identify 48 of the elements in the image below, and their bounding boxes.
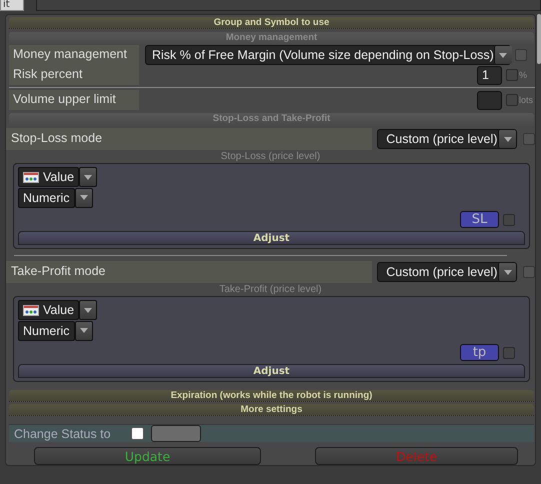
section-header[interactable]: More settings (9, 404, 534, 416)
mode-select[interactable]: Custom (price level) (377, 262, 517, 282)
adjust-button[interactable]: Adjust (18, 231, 525, 245)
mode-select[interactable]: Custom (price level) (377, 129, 517, 149)
caret-icon (84, 174, 92, 180)
field-label: Take-Profit mode (6, 261, 372, 283)
update-button[interactable]: Update (34, 447, 261, 465)
checkbox[interactable] (506, 94, 518, 106)
checkbox[interactable] (503, 214, 515, 226)
source-select[interactable]: Value (18, 300, 80, 320)
section-header: Stop-Loss and Take-Profit (9, 113, 534, 125)
caret-icon (84, 308, 92, 312)
caret-icon (80, 328, 88, 333)
caret-icon (80, 195, 88, 200)
section-caption: Stop-Loss (price level) (220, 151, 322, 162)
field-label: Stop-Loss mode (6, 128, 372, 150)
window-icon (23, 172, 39, 182)
line-button[interactable]: tp (460, 344, 499, 361)
section-header: Money management (9, 32, 534, 44)
scrollbar-thumb[interactable] (537, 14, 541, 64)
field-label: Change Status to (13, 426, 112, 440)
section-caption: Take-Profit (price level) (218, 284, 323, 295)
caret-icon (499, 52, 508, 58)
checkbox[interactable] (523, 133, 535, 145)
checkbox[interactable] (515, 49, 527, 61)
section-header[interactable]: Group and Symbol to use (9, 17, 534, 29)
window-icon (23, 304, 39, 316)
field-label: Money management (9, 45, 139, 65)
input-field[interactable] (477, 90, 502, 110)
field-label: Volume upper limit (9, 90, 139, 110)
section-header[interactable]: Expiration (works while the robot is running) (9, 390, 534, 402)
format-select[interactable]: Numeric (18, 320, 75, 340)
mode-select[interactable]: Risk % of Free Margin (Volume size depending on Stop-Loss) (145, 45, 511, 65)
format-select[interactable]: Numeric (18, 188, 75, 208)
adjust-button[interactable]: Adjust (18, 364, 525, 378)
input-field[interactable]: 1 (477, 66, 502, 84)
checkbox[interactable] (506, 69, 518, 81)
checkbox[interactable] (523, 266, 535, 278)
line-button[interactable]: SL (460, 211, 499, 228)
caret-icon (504, 270, 512, 274)
checkbox[interactable] (131, 427, 144, 440)
unit-label: % (519, 70, 528, 80)
caret-icon (504, 136, 512, 142)
unit-label: lots (519, 95, 534, 105)
status-field[interactable] (151, 425, 201, 442)
checkbox[interactable] (503, 346, 515, 358)
field-label: Risk percent (9, 65, 139, 85)
source-select[interactable]: Value (18, 167, 80, 187)
